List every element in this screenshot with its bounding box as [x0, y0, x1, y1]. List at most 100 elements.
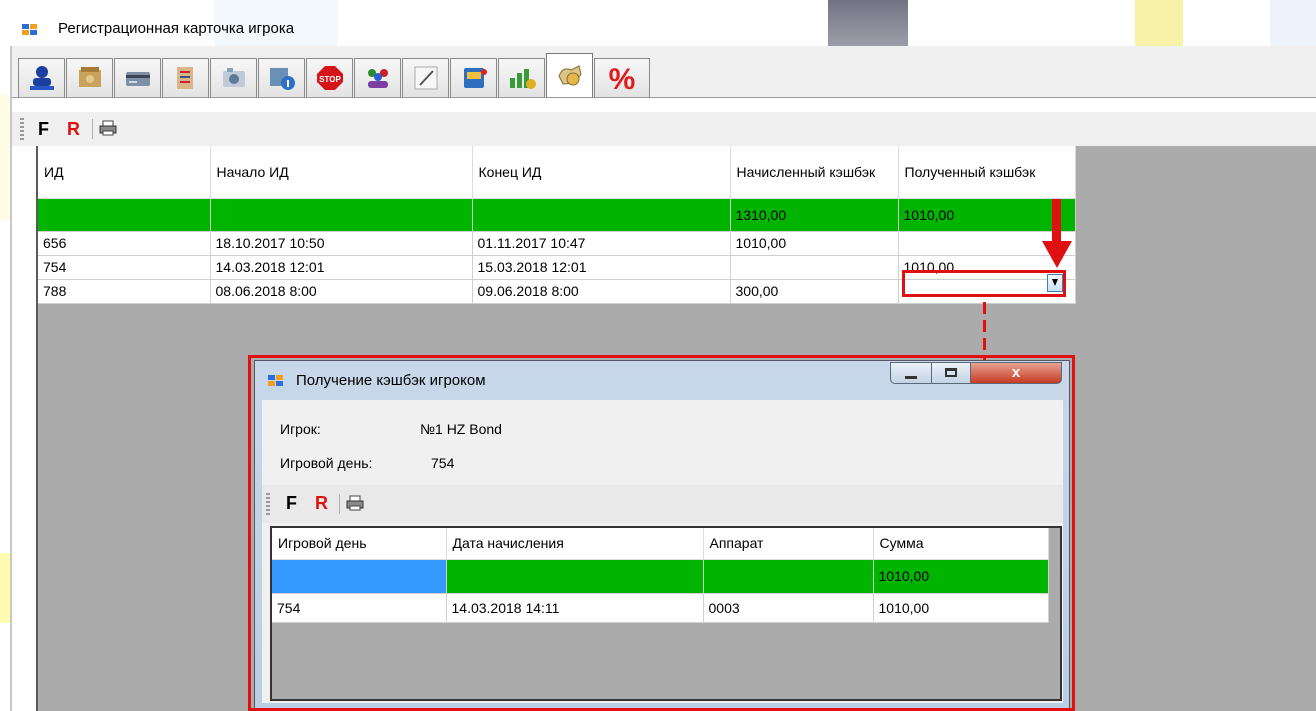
annotation-arrow-head [1042, 241, 1072, 268]
tab-cashback[interactable] [546, 53, 593, 98]
annotation-arrow [1052, 199, 1061, 241]
grid-header-row: Игровой день Дата начисления Аппарат Сум… [272, 528, 1049, 560]
game-day-label: Игровой день: [280, 455, 373, 471]
cashback-payouts-grid: Игровой день Дата начисления Аппарат Сум… [272, 528, 1049, 623]
total-cell [38, 198, 211, 232]
background-decor [828, 0, 908, 46]
total-received-cell: 1010,00 [898, 198, 1076, 232]
calendar-info-icon [269, 68, 295, 90]
card-icon [125, 72, 150, 86]
player-label: Игрок: [280, 421, 321, 437]
column-header-amount[interactable]: Сумма [873, 528, 1049, 560]
cell-end[interactable]: 09.06.2018 8:00 [472, 279, 731, 304]
cell-start[interactable]: 18.10.2017 10:50 [210, 231, 473, 256]
toolbar: F R [12, 112, 1316, 146]
tab-notes[interactable] [162, 58, 209, 97]
filter-button[interactable]: F [38, 119, 49, 140]
cell-machine[interactable]: 0003 [703, 593, 874, 623]
column-header-start[interactable]: Начало ИД [210, 146, 473, 199]
close-button[interactable]: x [970, 362, 1062, 384]
tab-slots[interactable] [450, 58, 497, 97]
column-header-accrual-date[interactable]: Дата начисления [446, 528, 704, 560]
background-decor [1135, 0, 1183, 46]
cell-end[interactable]: 15.03.2018 12:01 [472, 255, 731, 280]
tab-group[interactable] [354, 58, 401, 97]
dialog-app-icon [268, 375, 284, 387]
window-title: Регистрационная карточка игрока [58, 20, 295, 37]
cell-accrued[interactable] [730, 255, 899, 280]
column-header-id[interactable]: ИД [38, 146, 211, 199]
slot-machine-icon [463, 68, 487, 88]
tab-card[interactable] [114, 58, 161, 97]
total-row: 1310,00 1010,00 [38, 198, 1076, 232]
column-header-machine[interactable]: Аппарат [703, 528, 874, 560]
refresh-button[interactable]: R [67, 119, 80, 140]
cell-start[interactable]: 08.06.2018 8:00 [210, 279, 473, 304]
total-cell [472, 198, 731, 232]
tab-schedule[interactable] [258, 58, 305, 97]
cell-id[interactable]: 656 [38, 231, 211, 256]
total-amount-cell: 1010,00 [873, 559, 1049, 594]
svg-text:%: % [609, 64, 636, 92]
received-cell-highlight [902, 270, 1066, 297]
selected-cell[interactable] [272, 559, 447, 594]
background-decor [1270, 0, 1316, 46]
cell-accrual-date[interactable]: 14.03.2018 14:11 [446, 593, 704, 623]
toolbar-grip[interactable] [20, 118, 24, 140]
cell-dropdown-button[interactable] [1047, 274, 1063, 292]
column-header-game-day[interactable]: Игровой день [272, 528, 447, 560]
background-decor [0, 553, 10, 623]
cashback-coins-icon [557, 65, 582, 86]
cell-accrued[interactable]: 300,00 [730, 279, 899, 304]
column-header-received[interactable]: Полученный кэшбэк [898, 146, 1076, 199]
close-icon: x [1011, 364, 1021, 381]
cell-end[interactable]: 01.11.2017 10:47 [472, 231, 731, 256]
filter-button[interactable]: F [286, 493, 297, 514]
cell-id[interactable]: 754 [38, 255, 211, 280]
stop-icon: STOP [316, 66, 343, 90]
group-icon [367, 69, 388, 88]
tab-edit[interactable] [402, 58, 449, 97]
toolbar-separator [92, 119, 93, 139]
dialog-title: Получение кэшбэк игроком [296, 372, 486, 389]
cell-game-day[interactable]: 754 [272, 593, 447, 623]
minimize-button[interactable] [890, 362, 932, 384]
total-row: 1010,00 [272, 559, 1049, 594]
table-row[interactable]: 656 18.10.2017 10:50 01.11.2017 10:47 10… [38, 231, 1076, 256]
total-cell [446, 559, 704, 594]
print-icon[interactable] [99, 120, 117, 136]
column-header-accrued[interactable]: Начисленный кэшбэк [730, 146, 899, 199]
tab-photo[interactable] [210, 58, 257, 97]
toolbar-grip[interactable] [266, 493, 270, 515]
tab-stop[interactable]: STOP [306, 58, 353, 97]
player-value: №1 HZ Bond [420, 421, 502, 437]
background-decor [0, 95, 10, 220]
grid-header-row: ИД Начало ИД Конец ИД Начисленный кэшбэк… [38, 146, 1076, 199]
wallet-icon [78, 67, 101, 87]
tab-wallet[interactable] [66, 58, 113, 97]
total-accrued-cell: 1310,00 [730, 198, 899, 232]
toolbar-separator [339, 494, 340, 514]
tab-baseline [12, 97, 1316, 98]
tab-percent[interactable]: % [594, 58, 650, 97]
player-stamp-icon [29, 66, 54, 90]
refresh-button[interactable]: R [315, 493, 328, 514]
print-icon[interactable] [346, 495, 364, 511]
chart-money-icon [509, 69, 536, 89]
cell-id[interactable]: 788 [38, 279, 211, 304]
cell-start[interactable]: 14.03.2018 12:01 [210, 255, 473, 280]
table-row[interactable]: 754 14.03.2018 14:11 0003 1010,00 [272, 593, 1049, 623]
percent-icon: % [609, 64, 636, 92]
notes-icon [176, 67, 193, 89]
window-title-bar: Регистрационная карточка игрока [0, 0, 1316, 46]
tab-finance[interactable] [498, 58, 545, 97]
tab-player[interactable] [18, 58, 65, 97]
dialog-toolbar: F R [262, 485, 1063, 523]
column-header-end[interactable]: Конец ИД [472, 146, 731, 199]
svg-text:STOP: STOP [319, 75, 341, 84]
total-cell [210, 198, 473, 232]
maximize-button[interactable] [931, 362, 971, 384]
cell-amount[interactable]: 1010,00 [873, 593, 1049, 623]
game-day-value: 754 [431, 455, 455, 471]
cell-accrued[interactable]: 1010,00 [730, 231, 899, 256]
